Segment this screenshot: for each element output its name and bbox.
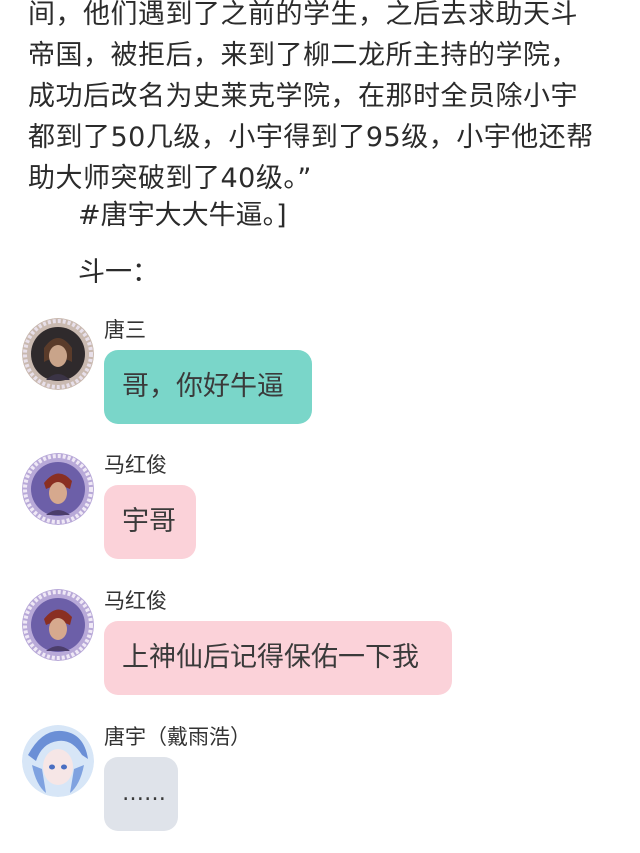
chat-message: 唐三 哥，你好牛逼: [22, 318, 622, 428]
speaker-line: 斗一：: [78, 257, 159, 288]
hashtag-line: #唐宇大大牛逼。]: [78, 200, 287, 231]
chat-message: 马红俊 上神仙后记得保佑一下我: [22, 589, 622, 699]
article-line: 都到了50几级，小宇得到了95级，小宇他还帮: [28, 122, 594, 153]
message-bubble[interactable]: 上神仙后记得保佑一下我: [104, 621, 452, 695]
ma-hongjun-avatar-icon[interactable]: [22, 453, 94, 525]
ma-hongjun-avatar-icon[interactable]: [22, 589, 94, 661]
sender-name: 马红俊: [104, 453, 167, 477]
article-text: 间，他们遇到了之前的学生，之后去求助天斗 帝国，被拒后，来到了柳二龙所主持的学院…: [28, 0, 618, 199]
article-line: 帝国，被拒后，来到了柳二龙所主持的学院，: [28, 40, 578, 71]
sender-name: 唐宇（戴雨浩）: [104, 725, 251, 749]
tang-san-avatar-icon[interactable]: [22, 318, 94, 390]
sender-name: 唐三: [104, 318, 146, 342]
article-line: 成功后改名为史莱克学院，在那时全员除小宇: [28, 81, 578, 112]
chat-message: 唐宇（戴雨浩） ……: [22, 725, 622, 835]
tang-yu-avatar-icon[interactable]: [22, 725, 94, 797]
message-bubble[interactable]: 哥，你好牛逼: [104, 350, 312, 424]
message-bubble[interactable]: 宇哥: [104, 485, 196, 559]
article-line: 间，他们遇到了之前的学生，之后去求助天斗: [28, 0, 578, 30]
article-line: 助大师突破到了40级。”: [28, 163, 312, 194]
sender-name: 马红俊: [104, 589, 167, 613]
message-bubble[interactable]: ……: [104, 757, 178, 831]
chat-message: 马红俊 宇哥: [22, 453, 622, 563]
